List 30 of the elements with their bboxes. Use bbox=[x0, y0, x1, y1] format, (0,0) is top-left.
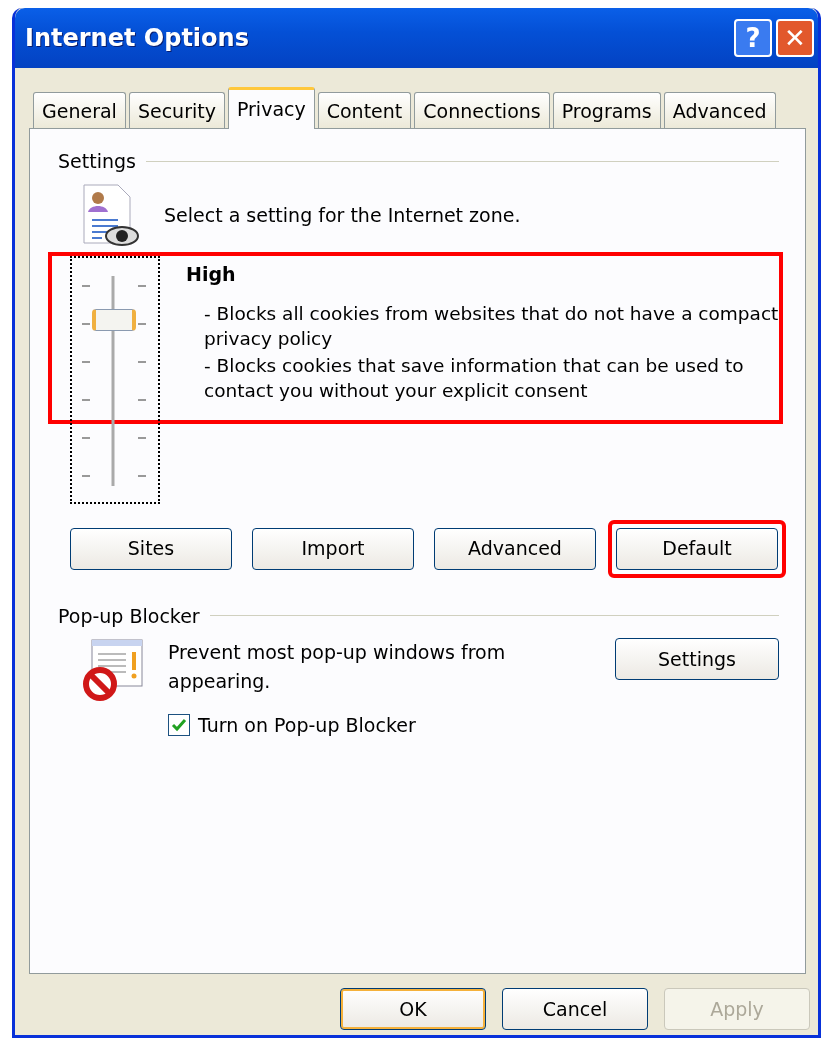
popup-description: Prevent most pop-up windows from appearing. bbox=[168, 640, 507, 694]
tab[interactable]: Connections bbox=[414, 92, 550, 128]
tab[interactable]: Content bbox=[317, 92, 412, 128]
close-button[interactable]: ✕ bbox=[776, 19, 814, 57]
checkbox-label: Turn on Pop-up Blocker bbox=[198, 713, 416, 738]
tab[interactable]: Privacy bbox=[227, 87, 315, 129]
tab[interactable]: General bbox=[33, 92, 126, 128]
blocked-popup-icon bbox=[82, 638, 144, 702]
action-button[interactable]: Default bbox=[616, 527, 778, 570]
action-button[interactable]: Sites bbox=[70, 527, 232, 570]
help-button[interactable]: ? bbox=[734, 19, 772, 57]
dialog-button[interactable]: Cancel bbox=[502, 988, 648, 1030]
window-title: Internet Options bbox=[25, 23, 250, 54]
action-button[interactable]: Advanced bbox=[434, 527, 596, 570]
action-button[interactable]: Import bbox=[252, 527, 414, 570]
level-description: - Blocks all cookies from websites that do not have a compact privacy policy bbox=[203, 302, 779, 351]
tab[interactable]: Security bbox=[128, 92, 225, 128]
checkbox[interactable] bbox=[168, 714, 190, 737]
group-heading: Pop-up Blocker bbox=[58, 603, 200, 629]
privacy-slider[interactable] bbox=[70, 255, 160, 504]
level-name: High bbox=[186, 261, 237, 287]
zone-instruction: Select a setting for the Internet zone. bbox=[164, 203, 521, 229]
popup-settings-button[interactable]: Settings bbox=[615, 638, 779, 680]
dialog-button[interactable]: OK bbox=[340, 988, 486, 1030]
slider-thumb[interactable] bbox=[92, 308, 136, 331]
privacy-document-icon bbox=[82, 183, 140, 248]
tab[interactable]: Advanced bbox=[663, 92, 776, 128]
group-heading: Settings bbox=[58, 149, 136, 174]
tab[interactable]: Programs bbox=[552, 92, 661, 128]
level-description: - Blocks cookies that save information that can be used to contact you without your explicit consent bbox=[203, 353, 745, 403]
